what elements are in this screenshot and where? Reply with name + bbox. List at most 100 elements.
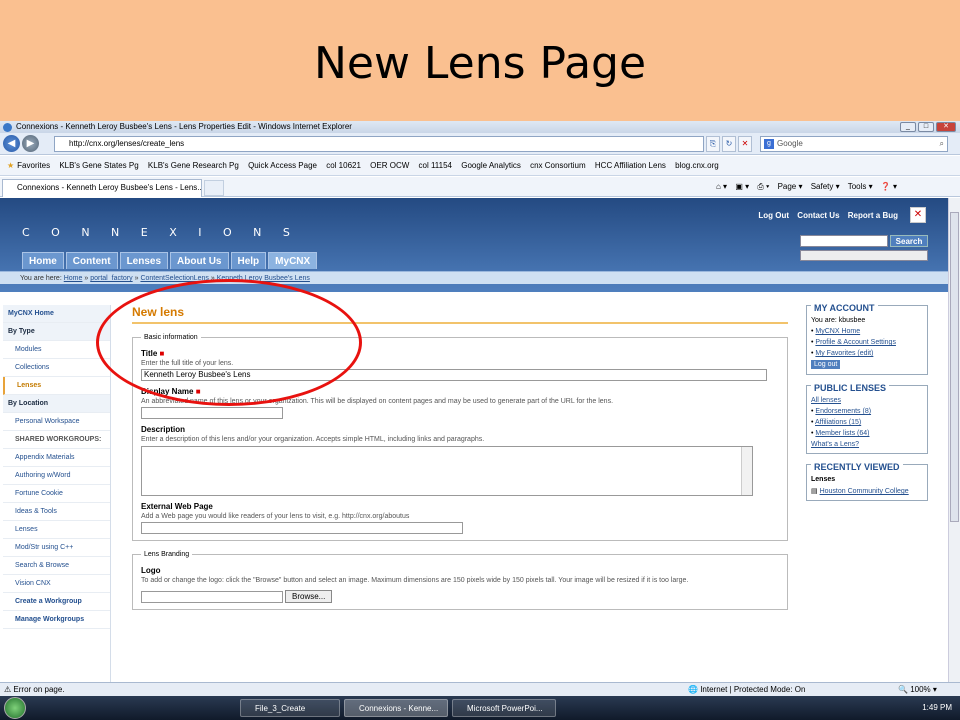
close-icon[interactable]: ✕: [910, 207, 926, 223]
favorite-link[interactable]: KLB's Gene States Pg: [59, 161, 138, 170]
favorite-link[interactable]: OER OCW: [370, 161, 409, 170]
page-scrollbar[interactable]: [948, 198, 960, 682]
taskbar-item[interactable]: File_3_Create: [240, 699, 340, 717]
sidebar-workgroup[interactable]: Fortune Cookie: [3, 485, 110, 503]
print-icon[interactable]: ⎙ ▾: [757, 182, 769, 191]
tab-row: Connexions - Kenneth Leroy Busbee's Lens…: [0, 177, 960, 197]
lens-type-link[interactable]: Member lists (64): [815, 430, 869, 437]
cnx-header: C O N N E X I O N S Log Out Contact Us R…: [0, 198, 948, 292]
site-search-button[interactable]: Search: [890, 235, 928, 247]
favorite-link[interactable]: Quick Access Page: [248, 161, 317, 170]
new-tab-button[interactable]: [204, 180, 224, 196]
manage-workgroups-link[interactable]: Manage Workgroups: [3, 611, 110, 629]
browser-window: Connexions - Kenneth Leroy Busbee's Lens…: [0, 121, 960, 720]
web-page: C O N N E X I O N S Log Out Contact Us R…: [0, 198, 948, 682]
sidebar-workgroup[interactable]: Vision CNX: [3, 575, 110, 593]
favorite-link[interactable]: Google Analytics: [461, 161, 521, 170]
header-scrollbar[interactable]: [800, 250, 928, 261]
favorite-link[interactable]: blog.cnx.org: [675, 161, 719, 170]
external-page-field[interactable]: [141, 522, 463, 534]
browse-button[interactable]: Browse...: [285, 590, 333, 603]
taskbar-item-active[interactable]: Connexions - Kenne...: [344, 699, 448, 717]
sidebar-item-lenses[interactable]: Lenses: [3, 377, 110, 395]
address-bar[interactable]: http://cnx.org/lenses/create_lens: [54, 136, 704, 152]
account-link[interactable]: MyCNX Home: [815, 328, 860, 335]
favorite-link[interactable]: col 10621: [326, 161, 361, 170]
cnx-logo[interactable]: C O N N E X I O N S: [22, 226, 299, 239]
site-search-input[interactable]: [800, 235, 888, 247]
contact-link[interactable]: Contact Us: [797, 211, 839, 220]
sidebar-item-modules[interactable]: Modules: [3, 341, 110, 359]
feeds-icon[interactable]: ▣ ▾: [735, 182, 749, 191]
compat-view-icon[interactable]: ⎘: [706, 136, 720, 152]
breadcrumb-link[interactable]: Home: [64, 275, 83, 282]
status-text[interactable]: Error on page.: [13, 685, 64, 694]
recently-viewed-heading: RECENTLY VIEWED: [811, 462, 903, 472]
start-button[interactable]: [4, 697, 26, 719]
zoom-level[interactable]: 🔍 100% ▾: [898, 683, 937, 696]
display-name-field[interactable]: [141, 407, 283, 419]
description-label: Description: [141, 425, 186, 434]
account-link[interactable]: My Favorites (edit): [815, 350, 873, 357]
tab-lenses[interactable]: Lenses: [119, 252, 169, 269]
account-link[interactable]: Profile & Account Settings: [815, 339, 896, 346]
lens-type-link[interactable]: Affiliations (15): [815, 419, 861, 426]
logout-button[interactable]: Log out: [811, 360, 841, 369]
tab-about[interactable]: About Us: [170, 252, 229, 269]
sidebar-shared-workgroups: SHARED WORKGROUPS:: [3, 431, 110, 449]
tab-content[interactable]: Content: [65, 252, 118, 269]
favorite-link[interactable]: cnx Consortium: [530, 161, 586, 170]
minimize-button[interactable]: _: [900, 122, 916, 132]
search-icon[interactable]: ⌕: [940, 137, 944, 151]
favorite-link[interactable]: HCC Affiliation Lens: [595, 161, 666, 170]
sidebar-mycnx-home[interactable]: MyCNX Home: [3, 305, 110, 323]
create-workgroup-link[interactable]: Create a Workgroup: [3, 593, 110, 611]
sidebar-workgroup[interactable]: Mod/Str using C++: [3, 539, 110, 557]
stop-icon[interactable]: ✕: [738, 136, 752, 152]
scrollbar-thumb[interactable]: [950, 212, 959, 522]
sidebar-by-type: By Type: [3, 323, 110, 341]
logout-link[interactable]: Log Out: [758, 211, 789, 220]
page-menu[interactable]: Page ▾: [778, 182, 803, 191]
clock[interactable]: 1:49 PM: [922, 696, 952, 720]
sidebar-workgroup[interactable]: Lenses: [3, 521, 110, 539]
warning-icon[interactable]: ⚠: [4, 685, 11, 694]
tab-help[interactable]: Help: [230, 252, 267, 269]
favorite-link[interactable]: col 11154: [419, 161, 453, 170]
sidebar-workgroup[interactable]: Ideas & Tools: [3, 503, 110, 521]
forward-icon[interactable]: ▶: [22, 135, 39, 152]
tab-home[interactable]: Home: [22, 252, 64, 269]
lens-type-link[interactable]: Endorsements (8): [815, 408, 871, 415]
lens-icon: ▤: [811, 488, 818, 495]
sidebar-workgroup[interactable]: Search & Browse: [3, 557, 110, 575]
sidebar-item-collections[interactable]: Collections: [3, 359, 110, 377]
tab-mycnx[interactable]: MyCNX: [268, 252, 318, 269]
all-lenses-link[interactable]: All lenses: [811, 397, 841, 404]
help-icon[interactable]: ❓ ▾: [881, 182, 897, 191]
refresh-icon[interactable]: ↻: [722, 136, 736, 152]
maximize-button[interactable]: □: [918, 122, 934, 132]
description-textarea[interactable]: [141, 446, 753, 496]
fieldset-legend: Lens Branding: [144, 551, 190, 558]
logo-file-field[interactable]: [141, 590, 283, 603]
close-window-button[interactable]: ✕: [936, 122, 956, 132]
favorite-link[interactable]: KLB's Gene Research Pg: [148, 161, 239, 170]
sidebar-workgroup[interactable]: Appendix Materials: [3, 449, 110, 467]
favorites-star-icon[interactable]: ★: [7, 161, 14, 170]
taskbar-item[interactable]: Microsoft PowerPoi...: [452, 699, 556, 717]
home-icon[interactable]: ⌂ ▾: [716, 182, 727, 191]
recent-lens-link[interactable]: Houston Community College: [820, 488, 909, 495]
report-bug-link[interactable]: Report a Bug: [848, 211, 898, 220]
tools-menu[interactable]: Tools ▾: [848, 182, 873, 191]
public-lenses-box: PUBLIC LENSES All lenses • Endorsements …: [806, 383, 928, 454]
favorites-button[interactable]: Favorites: [17, 161, 50, 170]
whats-a-lens-link[interactable]: What's a Lens?: [811, 441, 859, 448]
breadcrumb-link[interactable]: portal_factory: [90, 275, 132, 282]
sidebar-workgroup[interactable]: Authoring w/Word: [3, 467, 110, 485]
sidebar-item-personal-workspace[interactable]: Personal Workspace: [3, 413, 110, 431]
safety-menu[interactable]: Safety ▾: [811, 182, 840, 191]
search-input[interactable]: g Google ⌕: [760, 136, 948, 152]
browser-tab-active[interactable]: Connexions - Kenneth Leroy Busbee's Lens…: [2, 179, 202, 197]
back-icon[interactable]: ◀: [3, 135, 20, 152]
textarea-scrollbar[interactable]: [741, 447, 752, 495]
